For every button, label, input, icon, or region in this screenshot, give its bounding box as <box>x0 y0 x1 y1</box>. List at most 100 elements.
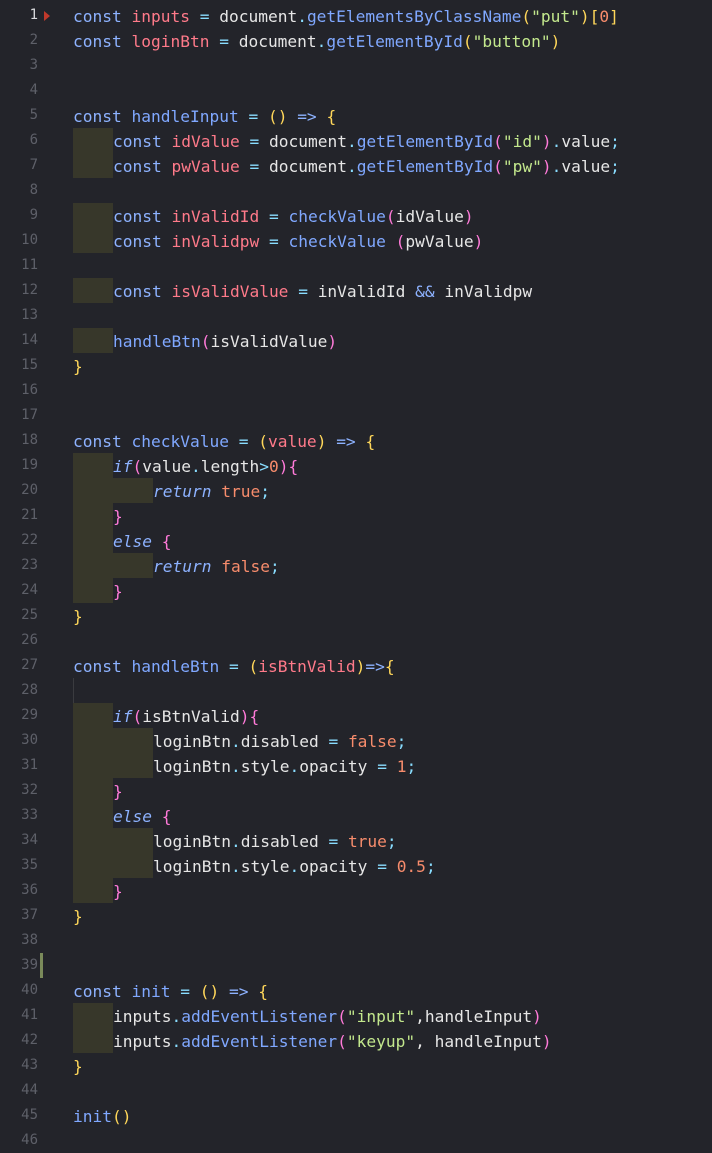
code-token: ; <box>260 482 270 501</box>
editor-line-31[interactable]: 31 loginBtn.style.opacity = 1; <box>0 753 712 778</box>
editor-line-2[interactable]: 2 const loginBtn = document.getElementBy… <box>0 28 712 53</box>
editor-line-13[interactable]: 13 <box>0 303 712 328</box>
code-token: ) <box>541 132 552 151</box>
line-number: 18 <box>21 432 38 448</box>
line-number: 27 <box>21 657 38 673</box>
code-token: style <box>240 757 290 776</box>
code-token: = <box>268 232 279 251</box>
line-number: 7 <box>29 157 38 173</box>
code-token: const <box>113 282 162 301</box>
indent-guide <box>73 153 113 178</box>
code-token: { <box>384 657 395 676</box>
editor-line-5[interactable]: 5 const handleInput = () => { <box>0 103 712 128</box>
code-editor[interactable]: 1 const inputs = document.getElementsByC… <box>0 0 712 1148</box>
code-token: disabled <box>240 832 319 851</box>
code-token: pwValue <box>171 157 240 176</box>
code-token: disabled <box>240 732 319 751</box>
editor-line-26[interactable]: 26 <box>0 628 712 653</box>
editor-line-30[interactable]: 30 loginBtn.disabled = false; <box>0 728 712 753</box>
editor-line-28[interactable]: 28 <box>0 678 712 703</box>
editor-line-33[interactable]: 33 else { <box>0 803 712 828</box>
editor-line-22[interactable]: 22 else { <box>0 528 712 553</box>
line-number: 26 <box>21 632 38 648</box>
editor-line-11[interactable]: 11 <box>0 253 712 278</box>
editor-line-10[interactable]: 10 const inValidpw = checkValue (pwValue… <box>0 228 712 253</box>
editor-line-8[interactable]: 8 <box>0 178 712 203</box>
editor-line-25[interactable]: 25 } <box>0 603 712 628</box>
editor-line-40[interactable]: 40 const init = () => { <box>0 978 712 1003</box>
editor-line-20[interactable]: 20 return true; <box>0 478 712 503</box>
editor-line-41[interactable]: 41 inputs.addEventListener("input",handl… <box>0 1003 712 1028</box>
code-token: inValidpw <box>171 232 260 251</box>
editor-line-7[interactable]: 7 const pwValue = document.getElementByI… <box>0 153 712 178</box>
editor-line-15[interactable]: 15 } <box>0 353 712 378</box>
editor-line-17[interactable]: 17 <box>0 403 712 428</box>
editor-line-44[interactable]: 44 <box>0 1078 712 1103</box>
editor-line-24[interactable]: 24 } <box>0 578 712 603</box>
editor-line-4[interactable]: 4 <box>0 78 712 103</box>
code-token: = <box>377 857 387 876</box>
indent-guide <box>73 1003 113 1028</box>
code-token: 0.5 <box>396 857 426 876</box>
code-token: style <box>240 857 290 876</box>
indent-guide <box>73 778 113 803</box>
code-token: = <box>298 282 308 301</box>
code-token: . <box>289 757 300 776</box>
code-token: => <box>365 657 385 676</box>
code-token: handleBtn <box>113 332 201 351</box>
code-token: ( <box>337 1007 347 1026</box>
code-token: const <box>73 107 122 126</box>
code-token: getElementById <box>356 157 494 176</box>
editor-line-6[interactable]: 6 const idValue = document.getElementByI… <box>0 128 712 153</box>
code-token: ) <box>209 982 220 1001</box>
editor-line-23[interactable]: 23 return false; <box>0 553 712 578</box>
code-token: inValidId <box>171 207 260 226</box>
editor-line-32[interactable]: 32 } <box>0 778 712 803</box>
code-token: "put" <box>531 7 580 26</box>
editor-line-9[interactable]: 9 const inValidId = checkValue(idValue) <box>0 203 712 228</box>
indent-guide <box>113 728 153 753</box>
editor-line-21[interactable]: 21 } <box>0 503 712 528</box>
editor-line-39[interactable]: 39 <box>0 953 712 978</box>
indent-guide <box>73 853 113 878</box>
editor-line-38[interactable]: 38 <box>0 928 712 953</box>
breakpoint-arrow-icon[interactable] <box>44 11 50 21</box>
line-number: 6 <box>29 132 38 148</box>
editor-line-1[interactable]: 1 const inputs = document.getElementsByC… <box>0 3 712 28</box>
editor-line-14[interactable]: 14 handleBtn(isValidValue) <box>0 328 712 353</box>
editor-line-16[interactable]: 16 <box>0 378 712 403</box>
indent-guide <box>113 753 153 778</box>
code-token: handleInput <box>434 1032 542 1051</box>
editor-line-45[interactable]: 45 init() <box>0 1103 712 1128</box>
indent-guide <box>73 678 74 703</box>
editor-line-36[interactable]: 36 } <box>0 878 712 903</box>
code-token: ( <box>385 207 396 226</box>
editor-line-43[interactable]: 43 } <box>0 1053 712 1078</box>
editor-line-19[interactable]: 19 if(value.length>0){ <box>0 453 712 478</box>
code-token: document <box>268 132 347 151</box>
editor-line-34[interactable]: 34 loginBtn.disabled = true; <box>0 828 712 853</box>
editor-line-27[interactable]: 27 const handleBtn = (isBtnValid)=>{ <box>0 653 712 678</box>
code-token: ( <box>248 657 259 676</box>
editor-line-35[interactable]: 35 loginBtn.style.opacity = 0.5; <box>0 853 712 878</box>
code-token: init <box>73 1107 112 1126</box>
code-token: . <box>171 1007 182 1026</box>
editor-line-37[interactable]: 37 } <box>0 903 712 928</box>
code-token: pwValue <box>405 232 474 251</box>
code-token: ) <box>473 232 484 251</box>
editor-line-18[interactable]: 18 const checkValue = (value) => { <box>0 428 712 453</box>
editor-line-46[interactable]: 46 <box>0 1128 712 1153</box>
editor-line-42[interactable]: 42 inputs.addEventListener("keyup", hand… <box>0 1028 712 1053</box>
code-token: ) <box>121 1107 132 1126</box>
code-token: value <box>561 157 611 176</box>
editor-line-3[interactable]: 3 <box>0 53 712 78</box>
line-number: 21 <box>21 507 38 523</box>
code-token: { <box>161 532 172 551</box>
line-number: 19 <box>21 457 38 473</box>
indent-guide <box>73 228 113 253</box>
code-token: ) <box>239 707 250 726</box>
editor-line-29[interactable]: 29 if(isBtnValid){ <box>0 703 712 728</box>
code-token: const <box>113 157 162 176</box>
indent-guide <box>73 453 113 478</box>
editor-line-12[interactable]: 12 const isValidValue = inValidId && inV… <box>0 278 712 303</box>
